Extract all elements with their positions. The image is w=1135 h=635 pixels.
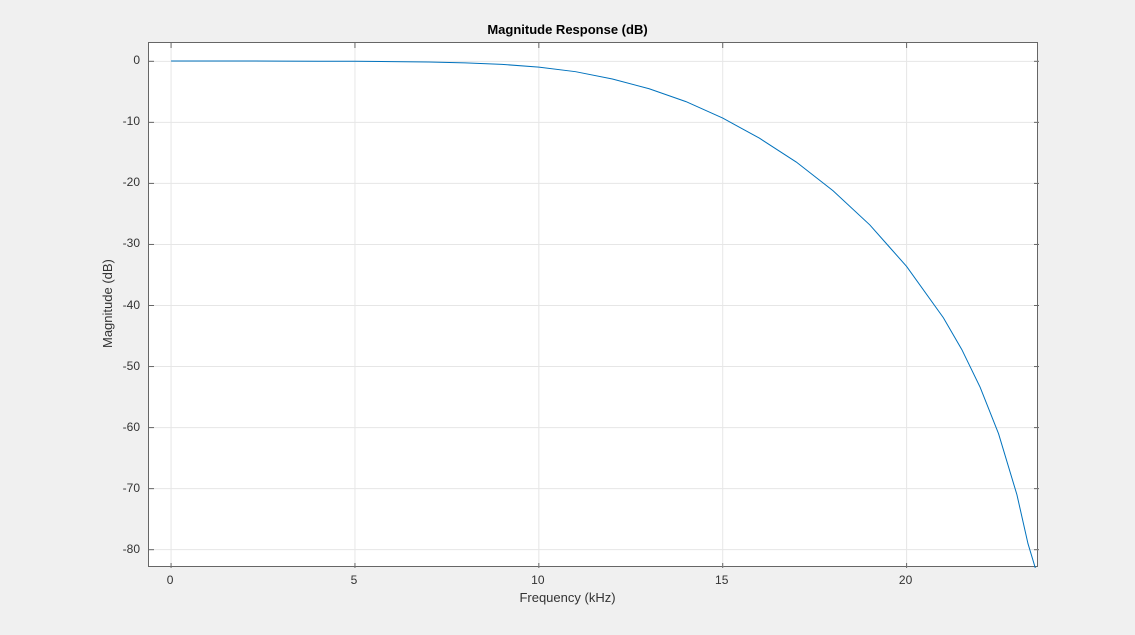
y-tick-label: -80	[106, 542, 140, 556]
series-filter-response	[171, 61, 1035, 568]
chart-title: Magnitude Response (dB)	[0, 22, 1135, 37]
y-tick-label: 0	[106, 53, 140, 67]
plot-canvas	[149, 43, 1039, 568]
y-tick-label: -20	[106, 175, 140, 189]
y-tick-label: -30	[106, 236, 140, 250]
x-tick-label: 5	[351, 573, 358, 587]
y-tick-label: -70	[106, 481, 140, 495]
y-tick-label: -50	[106, 359, 140, 373]
x-axis-label: Frequency (kHz)	[0, 590, 1135, 605]
x-tick-label: 10	[531, 573, 544, 587]
y-tick-label: -60	[106, 420, 140, 434]
plot-axes[interactable]	[148, 42, 1038, 567]
figure-window: Magnitude Response (dB) 0 5 10 15 20 -80 -70 -…	[0, 0, 1135, 635]
y-tick-label: -10	[106, 114, 140, 128]
x-tick-label: 20	[899, 573, 912, 587]
x-tick-label: 15	[715, 573, 728, 587]
x-tick-label: 0	[167, 573, 174, 587]
y-axis-label: Magnitude (dB)	[100, 259, 115, 348]
